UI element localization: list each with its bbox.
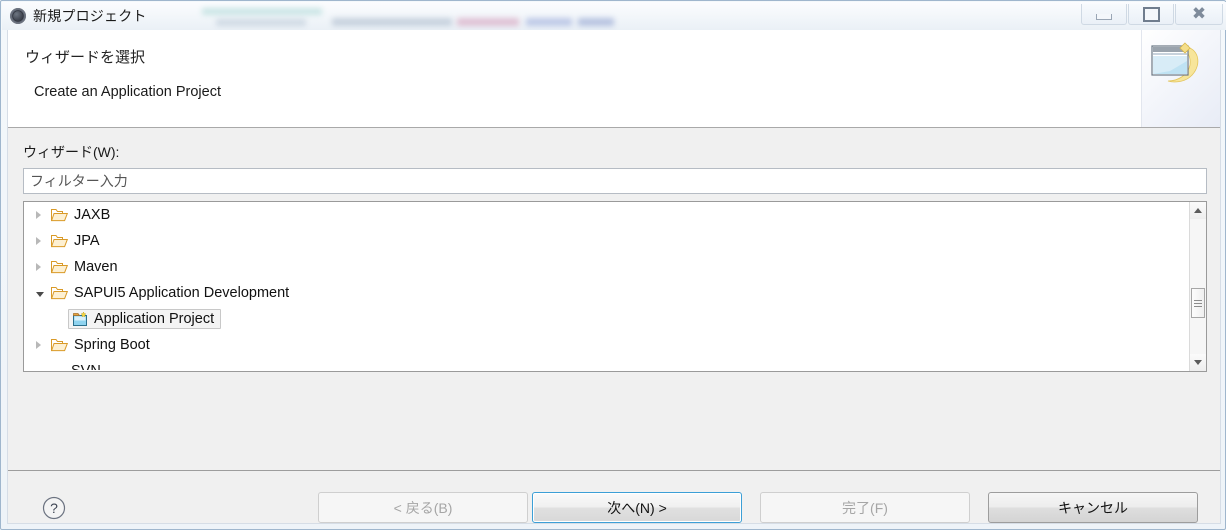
wizard-banner	[1141, 30, 1220, 127]
tree-item-jaxb[interactable]: JAXB	[24, 202, 1188, 228]
tree-item-label: Maven	[74, 259, 118, 275]
filter-input[interactable]	[23, 168, 1207, 194]
screenshot-root: 新規プロジェクト ✖ ウィザードを選択 Create an Applicatio…	[0, 0, 1226, 530]
tree-item-label: JPA	[74, 233, 100, 249]
finish-button[interactable]: 完了(F)	[760, 492, 970, 523]
grip-line	[1194, 299, 1202, 301]
tree-item-label: Spring Boot	[74, 337, 150, 353]
next-button[interactable]: 次へ(N) >	[532, 492, 742, 523]
window-title: 新規プロジェクト	[33, 8, 147, 24]
button-bar: < 戻る(B) 次へ(N) > 完了(F) キャンセル	[8, 492, 1220, 528]
dialog-window: 新規プロジェクト ✖ ウィザードを選択 Create an Applicatio…	[0, 0, 1226, 530]
scroll-down-icon	[1194, 360, 1202, 365]
wizard-tree[interactable]: JAXB JPA Maven SAPUI5 Application Develo…	[23, 201, 1207, 372]
tree-scrollbar[interactable]	[1189, 202, 1206, 371]
title-bar: 新規プロジェクト ✖	[2, 2, 1226, 30]
tree-item-spring-boot[interactable]: Spring Boot	[24, 332, 1188, 358]
background-artifact	[526, 18, 572, 26]
chevron-right-icon[interactable]	[36, 341, 51, 349]
restore-button[interactable]	[1128, 4, 1174, 25]
tree-item-application-project[interactable]: Application Project	[24, 306, 1188, 332]
chevron-right-icon[interactable]	[36, 263, 51, 271]
scroll-down-button[interactable]	[1190, 354, 1206, 371]
tree-item-label: JAXB	[74, 207, 111, 223]
background-artifact	[332, 18, 452, 26]
tree-item-label: Application Project	[94, 311, 215, 327]
page-title: ウィザードを選択	[25, 49, 146, 66]
chevron-down-icon[interactable]	[36, 289, 51, 297]
tree-item-label: SAPUI5 Application Development	[74, 285, 290, 301]
tree-item-selected[interactable]: Application Project	[68, 309, 222, 329]
back-button[interactable]: < 戻る(B)	[318, 492, 528, 523]
chevron-right-icon[interactable]	[36, 211, 51, 219]
dialog-body: ウィザードを選択 Create an Application Project ウ	[7, 30, 1221, 524]
chevron-right-icon[interactable]	[36, 237, 51, 245]
grip-line	[1194, 302, 1202, 304]
wizard-field-label: ウィザード(W):	[23, 144, 120, 160]
background-artifact	[457, 18, 519, 26]
folder-icon	[51, 287, 68, 300]
background-artifact	[216, 19, 306, 26]
folder-icon	[51, 339, 68, 352]
eclipse-gear-icon	[10, 8, 26, 24]
background-artifact	[578, 18, 614, 26]
scroll-up-button[interactable]	[1190, 202, 1206, 219]
grip-line	[1194, 305, 1202, 307]
scrollbar-thumb[interactable]	[1191, 288, 1205, 318]
tree-item-sapui5-application-development[interactable]: SAPUI5 Application Development	[24, 280, 1188, 306]
window-controls: ✖	[1080, 4, 1223, 26]
new-wizard-banner-icon	[1151, 42, 1199, 83]
footer-separator	[8, 470, 1220, 471]
close-button[interactable]: ✖	[1175, 4, 1223, 25]
folder-icon	[51, 209, 68, 222]
background-artifact	[202, 8, 322, 15]
tree-item-svn[interactable]: SVN	[24, 358, 1188, 370]
minimize-icon	[1096, 13, 1112, 20]
folder-icon	[51, 235, 68, 248]
folder-icon	[51, 261, 68, 274]
cancel-button[interactable]: キャンセル	[988, 492, 1198, 523]
page-description: Create an Application Project	[34, 84, 221, 100]
project-icon	[73, 311, 87, 326]
wizard-header: ウィザードを選択 Create an Application Project	[8, 30, 1220, 128]
minimize-button[interactable]	[1081, 4, 1127, 25]
restore-icon	[1142, 6, 1160, 22]
close-icon: ✖	[1191, 3, 1207, 24]
tree-list: JAXB JPA Maven SAPUI5 Application Develo…	[24, 202, 1188, 371]
tree-item-jpa[interactable]: JPA	[24, 228, 1188, 254]
scroll-up-icon	[1194, 208, 1202, 213]
tree-item-maven[interactable]: Maven	[24, 254, 1188, 280]
